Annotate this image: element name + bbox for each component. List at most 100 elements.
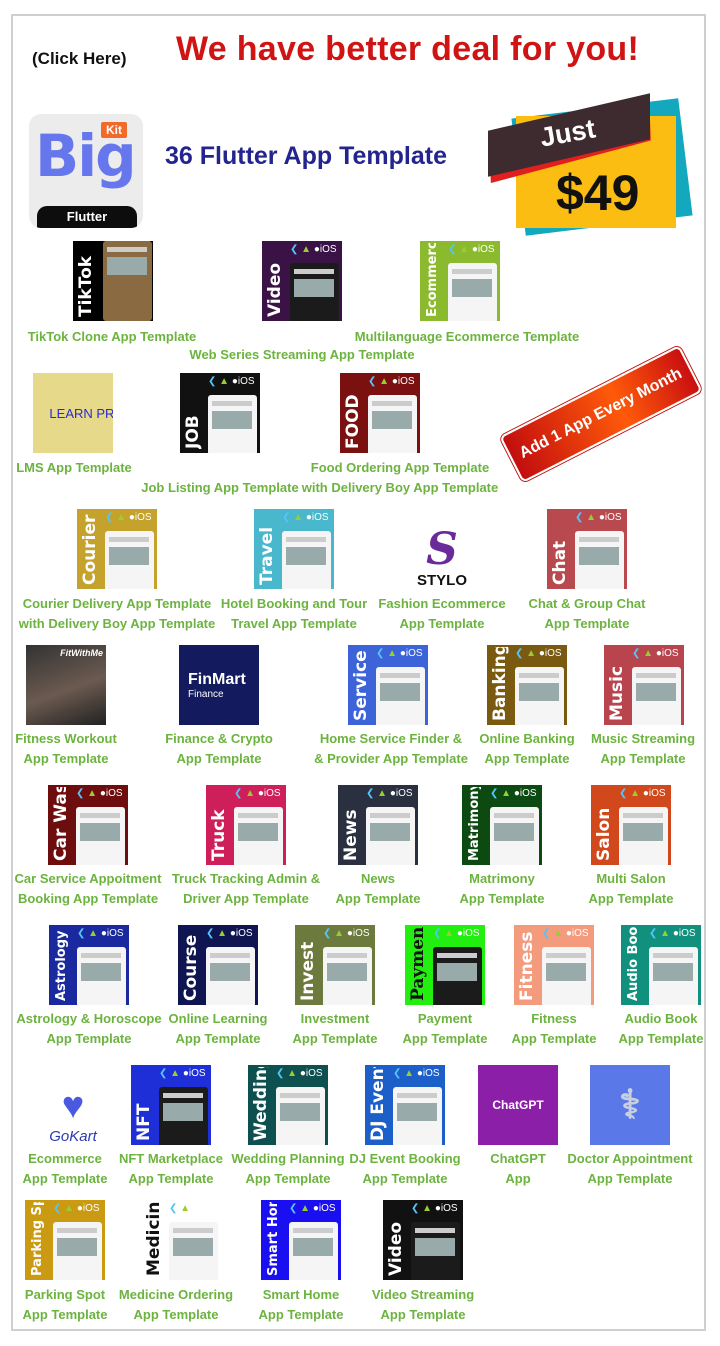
thumbnail-label: Courier [80, 514, 100, 585]
platform-icons: ❮ ▲ ●iOS [368, 376, 415, 387]
subtitle[interactable]: 36 Flutter App Template [165, 142, 447, 171]
bigkit-logo[interactable]: Big Kit Flutter [29, 114, 143, 228]
android-icon: ▲ [526, 648, 537, 659]
apple-icon: ●iOS [76, 1203, 100, 1214]
app-screenshot-preview [290, 263, 339, 321]
app-thumbnail-video-series[interactable]: Video ❮ ▲ ●iOS [262, 241, 342, 321]
flutter-icon: ❮ [76, 788, 85, 799]
app-thumbnail-stylo[interactable]: S STYLO [402, 509, 482, 589]
caption-line: Multi Salon [596, 871, 666, 886]
app-caption[interactable]: Video Streaming App Template [303, 1285, 543, 1325]
app-caption[interactable]: Food Ordering App Template with Delivery … [280, 458, 520, 498]
app-screenshot-preview [632, 667, 681, 725]
apple-icon: ●iOS [128, 512, 152, 523]
app-thumbnail-video-streaming[interactable]: Video ❮ ▲ ●iOS [383, 1200, 463, 1280]
app-thumbnail-audio-book[interactable]: Audio Book ❮ ▲ ●iOS [621, 925, 701, 1005]
flutter-icon: ❮ [515, 648, 524, 659]
app-thumbnail-truck[interactable]: Truck ❮ ▲ ●iOS [206, 785, 286, 865]
app-screenshot-preview [103, 241, 152, 321]
app-screenshot-preview [206, 947, 255, 1005]
flutter-icon: ❮ [448, 244, 457, 255]
app-thumbnail-tiktok[interactable]: TikTok❮ ▲ ●iOS [73, 241, 153, 321]
android-icon: ▲ [444, 928, 455, 939]
app-thumbnail-gokart[interactable]: ♥ GoKart [33, 1065, 113, 1145]
app-screenshot-preview [490, 807, 539, 865]
app-thumbnail-music[interactable]: Music ❮ ▲ ●iOS [604, 645, 684, 725]
app-thumbnail-course[interactable]: Course ❮ ▲ ●iOS [178, 925, 258, 1005]
app-thumbnail-payment[interactable]: Payment ❮ ▲ ●iOS [405, 925, 485, 1005]
thumbnail-label: Ecommerce [425, 243, 440, 317]
app-caption[interactable]: Audio Book App Template [541, 1009, 720, 1049]
app-thumbnail-matrimony[interactable]: Matrimony ❮ ▲ ●iOS [462, 785, 542, 865]
android-icon: ▲ [87, 788, 98, 799]
thumbnail-label: Wedding [251, 1067, 271, 1141]
caption-line: App Template [380, 1307, 466, 1322]
app-thumbnail-parking[interactable]: Parking Spot ❮ ▲ ●iOS [25, 1200, 105, 1280]
app-caption[interactable]: Music Streaming App Template [523, 729, 720, 769]
thumbnail-label: FOOD [343, 394, 363, 449]
app-thumbnail-fitness[interactable]: Fitness ❮ ▲ ●iOS [514, 925, 594, 1005]
thumbnail-label: LEARN PRO [49, 405, 113, 421]
platform-icons: ❮ ▲ ●iOS [575, 512, 622, 523]
platform-icons: ❮ ▲ ●iOS [276, 1068, 323, 1079]
app-caption[interactable]: Doctor Appointment App Template [510, 1149, 720, 1189]
app-thumbnail-chatgpt[interactable]: ChatGPT [478, 1065, 558, 1145]
android-icon: ▲ [501, 788, 512, 799]
app-screenshot-preview [77, 947, 126, 1005]
app-thumbnail-smart-home[interactable]: Smart Home ❮ ▲ ●iOS [261, 1200, 341, 1280]
apple-icon: ●iOS [598, 512, 622, 523]
app-thumbnail-car-wash[interactable]: Car Wash ❮ ▲ ●iOS [48, 785, 128, 865]
android-icon: ▲ [387, 648, 398, 659]
app-caption[interactable]: Web Series Streaming App Template [182, 345, 422, 365]
click-here-link[interactable]: (Click Here) [32, 49, 126, 69]
app-caption[interactable]: Chat & Group Chat App Template [467, 594, 707, 634]
app-thumbnail-job[interactable]: JOB ❮ ▲ ●iOS [180, 373, 260, 453]
app-thumbnail-salon[interactable]: Salon ❮ ▲ ●iOS [591, 785, 671, 865]
platform-icons: ❮ ▲ ●iOS [169, 1203, 216, 1214]
flutter-icon: ❮ [376, 648, 385, 659]
thumbnail-label: FinMart Finance [179, 645, 259, 725]
app-screenshot-preview [542, 947, 591, 1005]
apple-icon: ●iOS [257, 788, 281, 799]
android-icon: ▲ [217, 928, 228, 939]
app-thumbnail-nft[interactable]: NFT ❮ ▲ ●iOS [131, 1065, 211, 1145]
android-icon: ▲ [553, 928, 564, 939]
thumbnail-label: NFT [134, 1103, 154, 1141]
android-icon: ▲ [334, 928, 345, 939]
app-caption[interactable]: Multi Salon App Template [511, 869, 720, 909]
headline[interactable]: We have better deal for you! [176, 30, 639, 69]
apple-icon: ●iOS [655, 648, 679, 659]
app-thumbnail-finmart[interactable]: FinMart Finance [179, 645, 259, 725]
app-thumbnail-medicine[interactable]: Medicine ❮ ▲ ●iOS [141, 1200, 221, 1280]
price-badge[interactable]: Just $49 [488, 93, 708, 236]
app-thumbnail-fitness-workout[interactable]: FitWithMe [26, 645, 106, 725]
app-thumbnail-astrology[interactable]: Astrology ❮ ▲ ●iOS [49, 925, 129, 1005]
apple-icon: ●iOS [231, 376, 255, 387]
app-thumbnail-chat[interactable]: Chat ❮ ▲ ●iOS [547, 509, 627, 589]
thumbnail-label: GoKart [49, 1128, 97, 1145]
app-thumbnail-wedding[interactable]: Wedding ❮ ▲ ●iOS [248, 1065, 328, 1145]
app-caption[interactable]: TikTok Clone App Template [0, 327, 232, 347]
caption-line: with Delivery Boy App Template [301, 480, 499, 495]
app-thumbnail-lms[interactable]: LEARN PRO [33, 373, 113, 453]
android-icon: ▲ [293, 512, 304, 523]
app-caption[interactable]: LMS App Template [0, 458, 194, 478]
stylo-s-icon: S [426, 524, 458, 575]
app-thumbnail-invest[interactable]: Invest ❮ ▲ ●iOS [295, 925, 375, 1005]
app-thumbnail-doctor[interactable]: ⚕ [590, 1065, 670, 1145]
app-thumbnail-dj-event[interactable]: DJ Event ❮ ▲ ●iOS [365, 1065, 445, 1145]
caption-line: LMS App Template [16, 460, 132, 475]
app-caption[interactable]: Multilanguage Ecommerce Template [347, 327, 587, 347]
app-thumbnail-food[interactable]: FOOD ❮ ▲ ●iOS [340, 373, 420, 453]
app-screenshot-preview [411, 1222, 460, 1280]
flutter-icon: ❮ [323, 928, 332, 939]
app-thumbnail-ecommerce-multi[interactable]: Ecommerce ❮ ▲ ●iOS [420, 241, 500, 321]
app-thumbnail-banking[interactable]: Banking ❮ ▲ ●iOS [487, 645, 567, 725]
app-thumbnail-news[interactable]: News ❮ ▲ ●iOS [338, 785, 418, 865]
app-thumbnail-travel[interactable]: Travel ❮ ▲ ●iOS [254, 509, 334, 589]
thumbnail-label: Audio Book [626, 927, 641, 1001]
app-thumbnail-courier[interactable]: Courier ❮ ▲ ●iOS [77, 509, 157, 589]
app-thumbnail-service[interactable]: Service ❮ ▲ ●iOS [348, 645, 428, 725]
platform-icons: ❮ ▲ ●iOS [515, 648, 562, 659]
thumbnail-label: Chat [550, 540, 570, 585]
